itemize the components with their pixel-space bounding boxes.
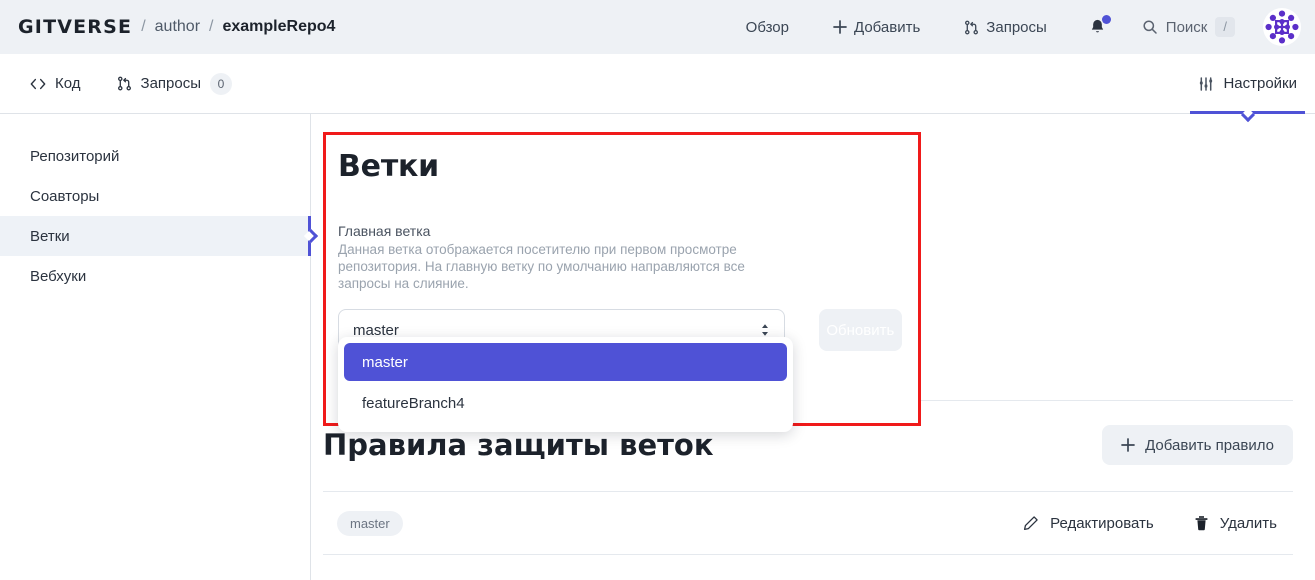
top-header: GITVERSE / author / exampleRepo4 Обзор Д… — [0, 0, 1315, 54]
row-actions: Редактировать Удалить — [1023, 515, 1287, 532]
nav-add-label: Добавить — [854, 18, 921, 36]
dropdown-option-master[interactable]: master — [344, 343, 787, 381]
branches-panel-highlight: Ветки Главная ветка Данная ветка отображ… — [323, 132, 921, 432]
settings-sidebar: Репозиторий Соавторы Ветки Вебхуки — [0, 114, 319, 580]
table-row: master Редактировать Удалить — [323, 492, 1293, 554]
search-button[interactable]: Поиск / — [1126, 17, 1251, 37]
breadcrumb-separator-2: / — [209, 18, 214, 35]
breadcrumb-separator-1: / — [141, 18, 146, 35]
plus-icon — [1121, 438, 1135, 452]
nav-overview-label: Обзор — [745, 18, 789, 36]
tab-pull-requests[interactable]: Запросы 0 — [117, 54, 233, 113]
search-icon — [1142, 19, 1158, 35]
sidebar-item-webhooks[interactable]: Вебхуки — [0, 256, 310, 296]
search-shortcut-badge: / — [1215, 17, 1235, 37]
tab-pull-requests-count: 0 — [210, 72, 233, 95]
pull-request-icon — [964, 20, 979, 35]
tab-settings[interactable]: Настройки — [1190, 54, 1305, 123]
delete-rule-label: Удалить — [1219, 514, 1277, 532]
sidebar-item-repository[interactable]: Репозиторий — [0, 136, 310, 176]
avatar[interactable] — [1263, 8, 1301, 46]
settings-content: Правила защиты веток Добавить правило ma… — [311, 114, 1315, 580]
branch-rules-table: master Редактировать Удалить — [323, 491, 1293, 555]
edit-rule-label: Редактировать — [1050, 514, 1154, 532]
nav-add[interactable]: Добавить — [811, 19, 942, 36]
sidebar-item-label: Ветки — [30, 227, 70, 245]
trash-icon — [1194, 515, 1209, 531]
sidebar-item-label: Репозиторий — [30, 147, 120, 165]
nav-pull-requests[interactable]: Запросы — [942, 19, 1069, 36]
tab-settings-label: Настройки — [1223, 75, 1297, 92]
main-branch-select-value: master — [353, 321, 399, 339]
notifications-button[interactable] — [1069, 15, 1126, 36]
code-icon — [30, 77, 46, 91]
pencil-icon — [1023, 515, 1039, 531]
page-title: Ветки — [338, 149, 439, 184]
tab-pull-requests-label: Запросы — [140, 75, 202, 92]
dropdown-option-label: featureBranch4 — [362, 394, 465, 412]
update-branch-button[interactable]: Обновить — [818, 309, 902, 351]
gitverse-logo[interactable]: GITVERSE — [18, 16, 132, 38]
edit-rule-button[interactable]: Редактировать — [1023, 515, 1154, 532]
sidebar-item-label: Вебхуки — [30, 267, 87, 285]
dropdown-option-featurebranch4[interactable]: featureBranch4 — [344, 384, 787, 422]
header-actions: Обзор Добавить Запросы Поиск / — [724, 8, 1301, 46]
main-branch-help-text: Данная ветка отображается посетителю при… — [338, 242, 745, 291]
main-branch-label: Главная ветка — [338, 223, 431, 239]
update-branch-label: Обновить — [826, 321, 895, 339]
sidebar-item-branches[interactable]: Ветки — [0, 216, 319, 256]
search-label: Поиск — [1165, 18, 1208, 36]
rule-branch-badge: master — [337, 510, 403, 536]
page-layout: Репозиторий Соавторы Ветки Вебхуки Прави… — [0, 114, 1315, 580]
dropdown-option-label: master — [362, 353, 408, 371]
breadcrumb-owner[interactable]: author — [155, 18, 200, 36]
sidebar-item-collaborators[interactable]: Соавторы — [0, 176, 310, 216]
nav-pull-requests-label: Запросы — [986, 18, 1047, 36]
nav-overview[interactable]: Обзор — [724, 19, 811, 36]
sidebar-item-label: Соавторы — [30, 187, 100, 205]
main-branch-dropdown[interactable]: master featureBranch4 — [338, 337, 793, 432]
branch-protection-title: Правила защиты веток — [323, 428, 714, 462]
pull-request-icon — [117, 76, 132, 91]
breadcrumb: GITVERSE / author / exampleRepo4 — [18, 16, 335, 38]
tab-code-label: Код — [55, 75, 81, 92]
add-rule-button[interactable]: Добавить правило — [1102, 425, 1293, 465]
tab-code[interactable]: Код — [30, 54, 81, 113]
chevron-up-down-icon — [760, 322, 770, 338]
delete-rule-button[interactable]: Удалить — [1194, 515, 1277, 532]
repo-tab-bar: Код Запросы 0 Настройки — [0, 54, 1315, 123]
sliders-icon — [1198, 76, 1214, 92]
plus-icon — [833, 20, 847, 34]
breadcrumb-repo[interactable]: exampleRepo4 — [222, 18, 335, 36]
add-rule-label: Добавить правило — [1145, 436, 1274, 454]
notification-dot — [1101, 15, 1111, 24]
